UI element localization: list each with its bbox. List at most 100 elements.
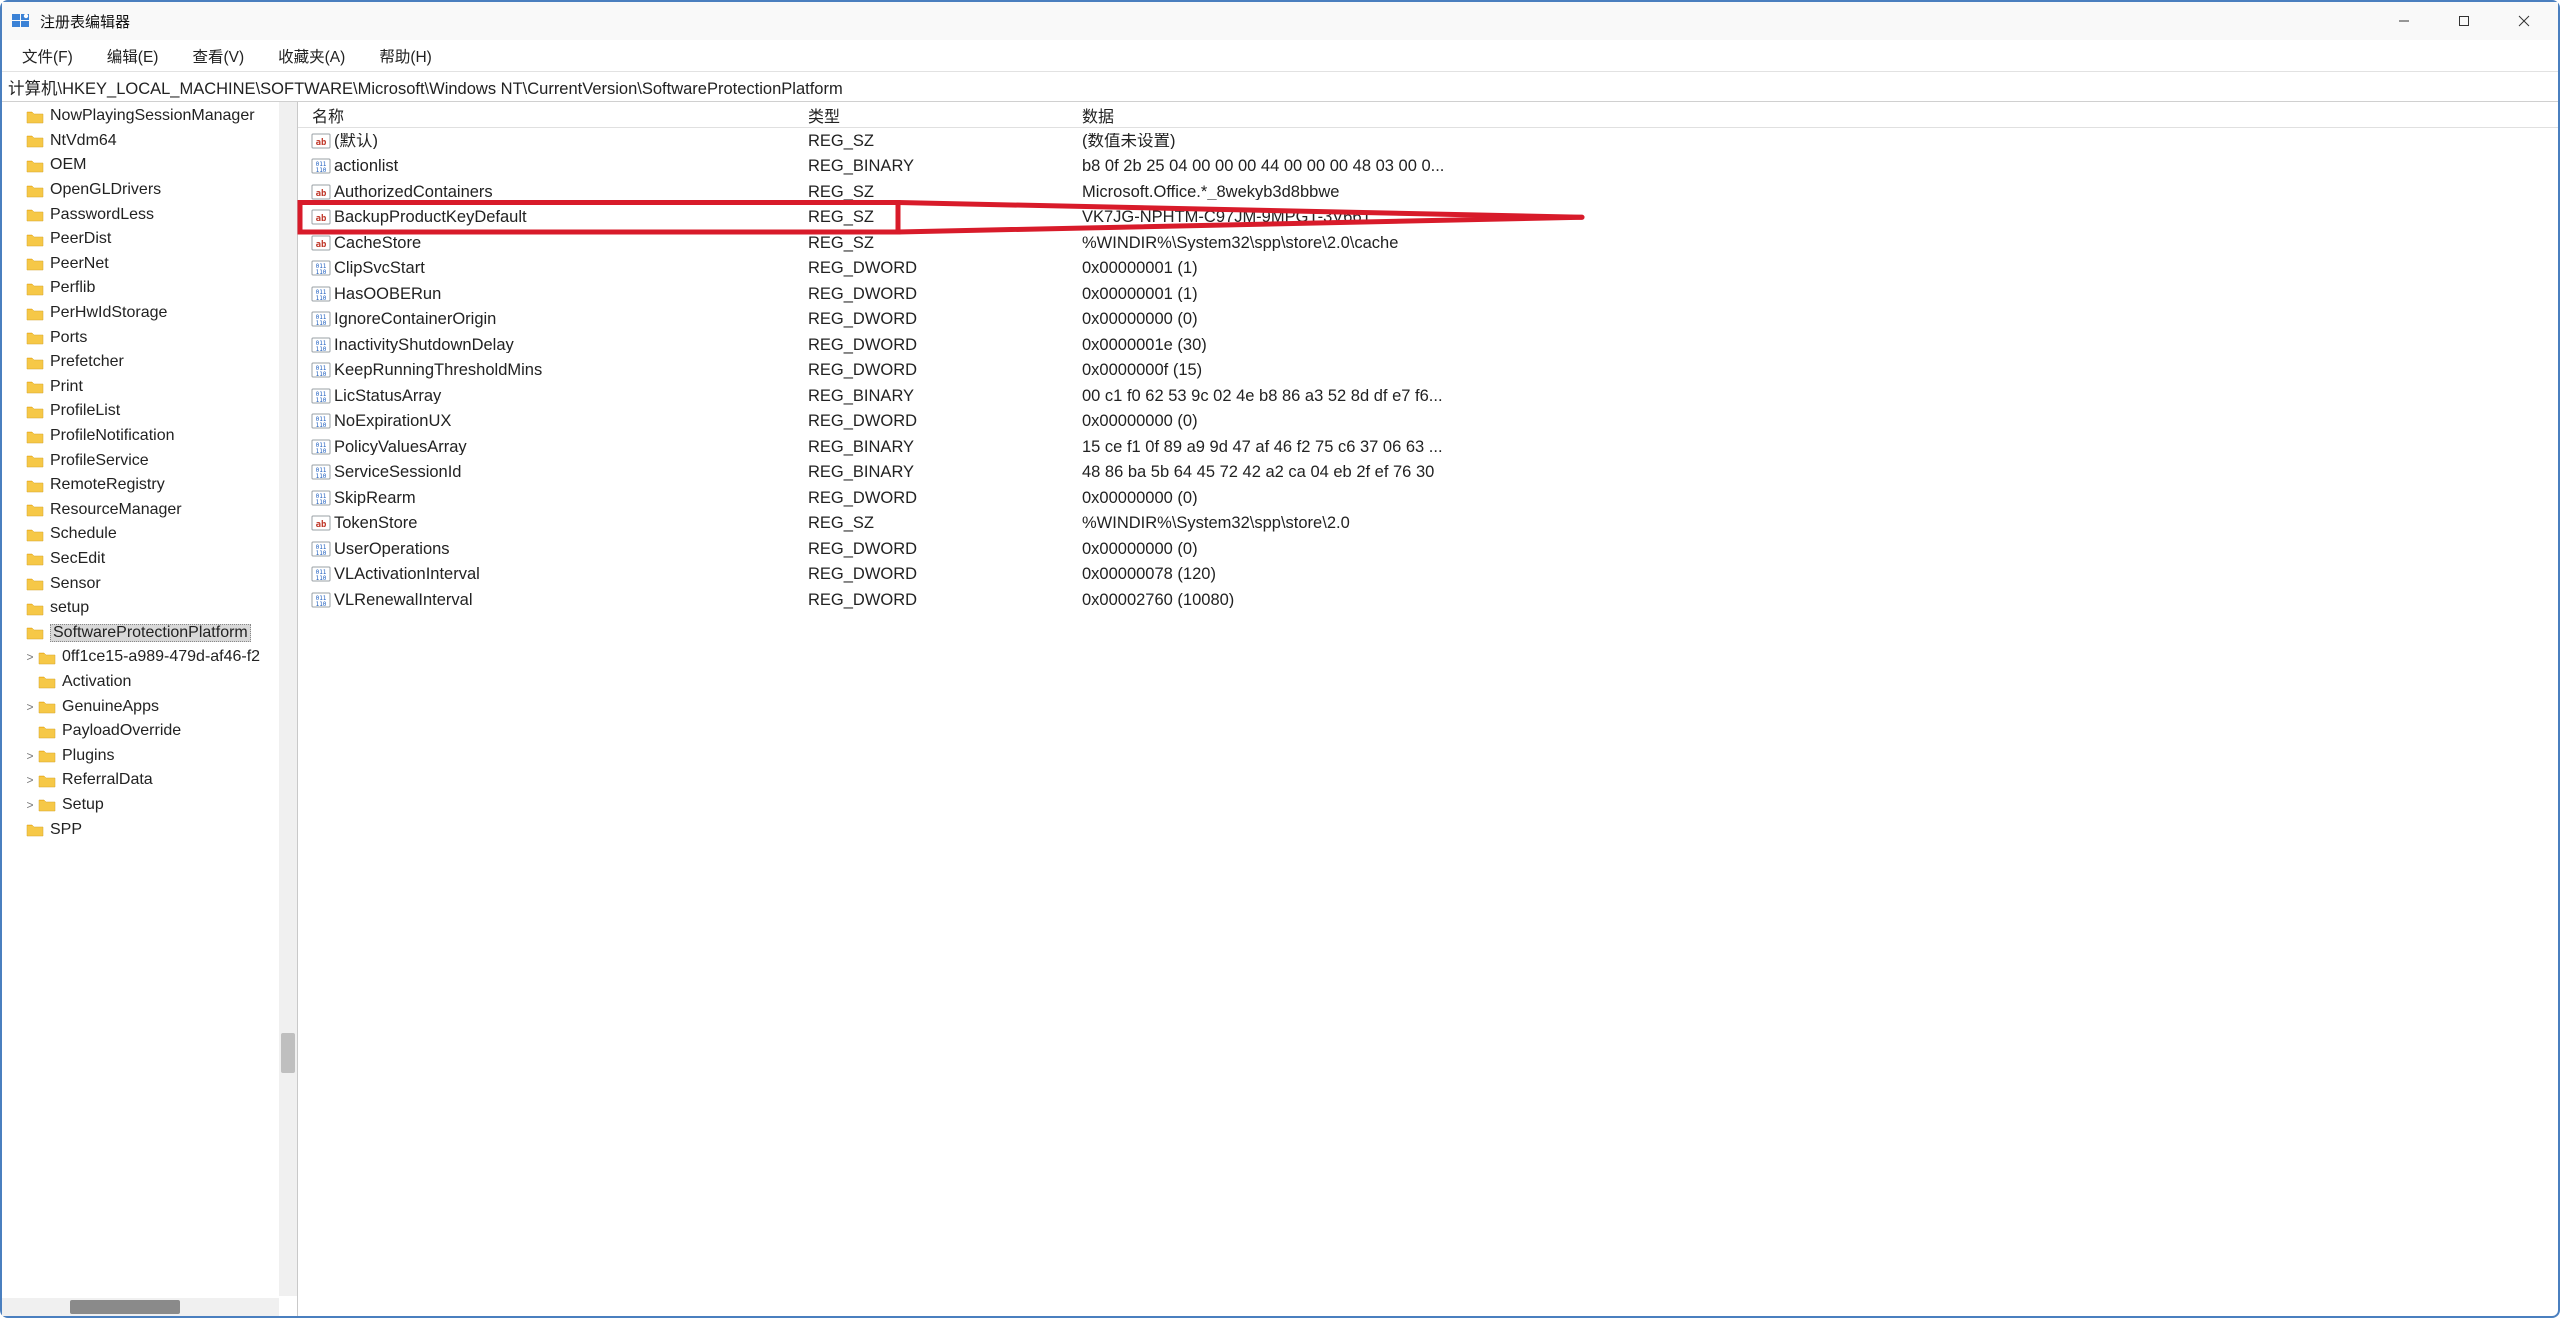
tree-node[interactable]: RemoteRegistry (2, 473, 297, 498)
tree-node[interactable]: SecEdit (2, 547, 297, 572)
tree-node-label: PeerDist (50, 231, 111, 247)
value-row[interactable]: 011110LicStatusArrayREG_BINARY00 c1 f0 6… (298, 383, 2558, 409)
value-row[interactable]: 011110NoExpirationUXREG_DWORD0x00000000 … (298, 409, 2558, 435)
tree-vscrollbar[interactable] (279, 102, 297, 1296)
tree-node[interactable]: Perflib (2, 276, 297, 301)
tree-node-label: Setup (62, 797, 104, 813)
svg-text:110: 110 (316, 269, 327, 276)
app-icon (10, 10, 32, 32)
tree-node[interactable]: PeerNet (2, 252, 297, 277)
expander-icon[interactable]: > (22, 651, 38, 663)
menu-edit[interactable]: 编辑(E) (93, 41, 173, 71)
tree-hscroll-thumb[interactable] (70, 1300, 180, 1314)
tree-node-label: RemoteRegistry (50, 477, 165, 493)
value-type: REG_SZ (808, 184, 1082, 201)
menu-view[interactable]: 查看(V) (178, 41, 258, 71)
value-row[interactable]: ab(默认)REG_SZ(数值未设置) (298, 128, 2558, 154)
tree-node[interactable]: Sensor (2, 571, 297, 596)
close-button[interactable] (2494, 3, 2554, 39)
folder-icon (26, 822, 44, 837)
menu-file[interactable]: 文件(F) (8, 41, 87, 71)
tree-node[interactable]: SoftwareProtectionPlatform (2, 620, 297, 645)
tree-node[interactable]: PasswordLess (2, 202, 297, 227)
value-row[interactable]: 011110PolicyValuesArrayREG_BINARY15 ce f… (298, 434, 2558, 460)
binary-value-icon: 011110 (310, 590, 332, 610)
value-row[interactable]: abBackupProductKeyDefaultREG_SZVK7JG-NPH… (298, 205, 2558, 231)
value-row[interactable]: abTokenStoreREG_SZ%WINDIR%\System32\spp\… (298, 511, 2558, 537)
expander-icon[interactable]: > (22, 774, 38, 786)
tree-node[interactable]: OEM (2, 153, 297, 178)
binary-value-icon: 011110 (310, 539, 332, 559)
tree-node[interactable]: Schedule (2, 522, 297, 547)
column-header-type[interactable]: 类型 (808, 103, 1082, 127)
column-header-data[interactable]: 数据 (1082, 103, 2558, 127)
value-row[interactable]: 011110ClipSvcStartREG_DWORD0x00000001 (1… (298, 256, 2558, 282)
svg-text:110: 110 (316, 346, 327, 353)
svg-text:110: 110 (316, 397, 327, 404)
tree-vscroll-thumb[interactable] (281, 1033, 295, 1073)
tree-node[interactable]: PeerDist (2, 227, 297, 252)
value-type: REG_BINARY (808, 158, 1082, 175)
expander-icon[interactable]: > (22, 701, 38, 713)
folder-icon (26, 207, 44, 222)
tree-node[interactable]: PerHwIdStorage (2, 301, 297, 326)
tree-node[interactable]: Print (2, 375, 297, 400)
values-header: 名称 类型 数据 (298, 102, 2558, 128)
string-value-icon: ab (310, 131, 332, 151)
tree-node[interactable]: PayloadOverride (2, 719, 297, 744)
expander-icon[interactable]: > (22, 750, 38, 762)
tree-node[interactable]: Prefetcher (2, 350, 297, 375)
tree-node[interactable]: >0ff1ce15-a989-479d-af46-f2 (2, 645, 297, 670)
tree-node[interactable]: ResourceManager (2, 498, 297, 523)
value-row[interactable]: abAuthorizedContainersREG_SZMicrosoft.Of… (298, 179, 2558, 205)
folder-icon (26, 379, 44, 394)
tree-node[interactable]: NowPlayingSessionManager (2, 104, 297, 129)
svg-text:110: 110 (316, 448, 327, 455)
value-row[interactable]: 011110UserOperationsREG_DWORD0x00000000 … (298, 536, 2558, 562)
tree-node[interactable]: setup (2, 596, 297, 621)
folder-icon (26, 429, 44, 444)
tree-node[interactable]: SPP (2, 817, 297, 842)
value-row[interactable]: abCacheStoreREG_SZ%WINDIR%\System32\spp\… (298, 230, 2558, 256)
svg-text:ab: ab (316, 240, 327, 250)
tree-node[interactable]: >GenuineApps (2, 694, 297, 719)
tree-node-label: PayloadOverride (62, 723, 181, 739)
tree-node[interactable]: OpenGLDrivers (2, 178, 297, 203)
value-row[interactable]: 011110SkipRearmREG_DWORD0x00000000 (0) (298, 485, 2558, 511)
tree-hscrollbar[interactable] (2, 1298, 279, 1316)
svg-text:110: 110 (316, 601, 327, 608)
tree-node[interactable]: Ports (2, 325, 297, 350)
value-data: 0x00000001 (1) (1082, 260, 2558, 277)
address-bar[interactable]: 计算机\HKEY_LOCAL_MACHINE\SOFTWARE\Microsof… (2, 72, 2558, 102)
tree-node[interactable]: >Plugins (2, 743, 297, 768)
value-row[interactable]: 011110ServiceSessionIdREG_BINARY48 86 ba… (298, 460, 2558, 486)
string-value-icon: ab (310, 513, 332, 533)
value-name: SkipRearm (334, 490, 808, 507)
tree-node[interactable]: >ReferralData (2, 768, 297, 793)
menu-favorites[interactable]: 收藏夹(A) (264, 41, 359, 71)
value-row[interactable]: 011110VLRenewalIntervalREG_DWORD0x000027… (298, 587, 2558, 613)
value-type: REG_DWORD (808, 311, 1082, 328)
tree-node[interactable]: Activation (2, 670, 297, 695)
value-row[interactable]: 011110VLActivationIntervalREG_DWORD0x000… (298, 562, 2558, 588)
value-row[interactable]: 011110actionlistREG_BINARYb8 0f 2b 25 04… (298, 154, 2558, 180)
expander-icon[interactable]: > (22, 799, 38, 811)
tree-node[interactable]: ProfileService (2, 448, 297, 473)
value-data: 48 86 ba 5b 64 45 72 42 a2 ca 04 eb 2f e… (1082, 464, 2558, 481)
tree-node[interactable]: ProfileList (2, 399, 297, 424)
column-header-name[interactable]: 名称 (298, 103, 808, 127)
maximize-button[interactable] (2434, 3, 2494, 39)
tree-node[interactable]: NtVdm64 (2, 129, 297, 154)
folder-icon (38, 699, 56, 714)
binary-value-icon: 011110 (310, 411, 332, 431)
tree-node[interactable]: ProfileNotification (2, 424, 297, 449)
value-row[interactable]: 011110KeepRunningThresholdMinsREG_DWORD0… (298, 358, 2558, 384)
tree-node-label: Sensor (50, 576, 101, 592)
minimize-button[interactable] (2374, 3, 2434, 39)
value-row[interactable]: 011110InactivityShutdownDelayREG_DWORD0x… (298, 332, 2558, 358)
value-row[interactable]: 011110HasOOBERunREG_DWORD0x00000001 (1) (298, 281, 2558, 307)
menu-help[interactable]: 帮助(H) (365, 41, 446, 71)
tree-node[interactable]: > Setup (2, 793, 297, 818)
folder-icon (26, 183, 44, 198)
value-row[interactable]: 011110IgnoreContainerOriginREG_DWORD0x00… (298, 307, 2558, 333)
